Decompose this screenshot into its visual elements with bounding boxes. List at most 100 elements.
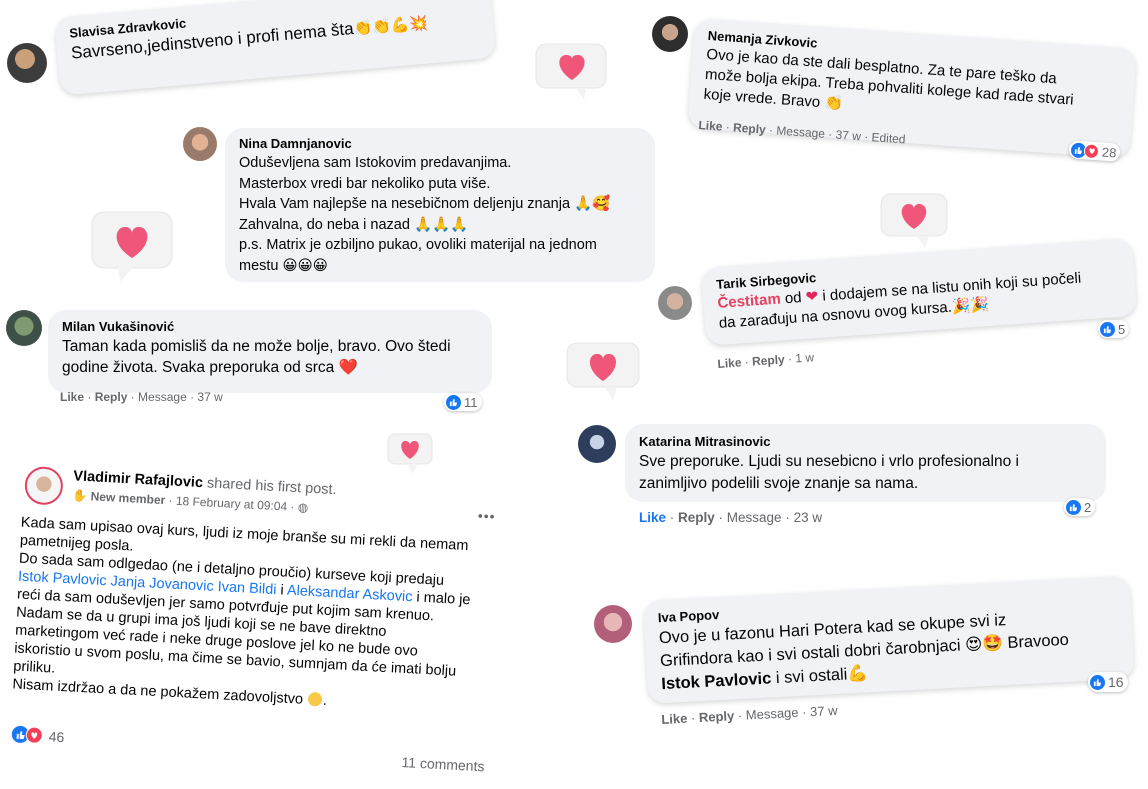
more-options-button[interactable]: ••• <box>477 508 496 525</box>
mention-link[interactable]: Istok Pavlovic <box>661 669 772 693</box>
comment-bubble: Iva Popov Ovo je u fazonu Hari Potera ka… <box>643 575 1135 704</box>
comment-bubble: Milan Vukašinović Taman kada pomisliš da… <box>48 310 492 393</box>
reply-link[interactable]: Reply <box>699 708 735 725</box>
comment-line: mestu <box>239 257 279 274</box>
comment-emoji: 🙏🙏🙏 <box>413 216 469 233</box>
post-author[interactable]: Vladimir Rafajlovic <box>73 468 203 491</box>
reply-link[interactable]: Reply <box>752 352 786 368</box>
globe-icon: ◍ <box>297 500 309 515</box>
reaction-count[interactable]: 11 <box>444 393 482 411</box>
love-icon <box>1083 142 1100 159</box>
comment-emoji: 🎉🎉 <box>951 296 990 316</box>
highlight-text: Čestitam <box>716 290 782 312</box>
group-post: Vladimir Rafajlovic shared his first pos… <box>0 463 509 789</box>
avatar[interactable] <box>658 286 692 320</box>
post-text: i malo je <box>412 589 471 609</box>
new-member-icon: ✋ <box>72 488 88 504</box>
comment-bubble: Nina Damnjanovic Oduševljena sam Istokov… <box>225 128 655 282</box>
heart-emoji-icon: ❤ <box>805 287 819 306</box>
like-icon <box>446 394 461 410</box>
reaction-number: 5 <box>1118 321 1126 337</box>
comment-line: Taman kada pomisliš da ne može bolje, br… <box>62 338 451 355</box>
heart-reaction-icon <box>566 342 640 401</box>
heart-emoji-icon: ❤️ <box>338 359 358 376</box>
message-link[interactable]: Message <box>727 510 782 525</box>
comment-time: 23 w <box>793 510 823 525</box>
edited-label: Edited <box>871 130 906 147</box>
comment-line: Hvala Vam najlepše na nesebičnom deljenj… <box>239 196 571 212</box>
reply-link[interactable]: Reply <box>678 510 715 525</box>
avatar[interactable] <box>578 425 616 463</box>
comment-line: Oduševljena sam Istokovim predavanjima. <box>239 155 512 171</box>
like-link[interactable]: Like <box>60 390 84 404</box>
comment-author[interactable]: Nina Damnjanovic <box>239 136 641 151</box>
like-link[interactable]: Like <box>639 510 666 525</box>
reply-link[interactable]: Reply <box>95 390 128 404</box>
reaction-number: 28 <box>1101 144 1117 160</box>
reaction-number: 16 <box>1108 674 1124 690</box>
avatar[interactable] <box>652 16 688 52</box>
comment-line: zanimljivo podelili svoje znanje sa nama… <box>639 475 919 492</box>
comment-actions: Like · Reply · Message · 37 w <box>60 390 223 404</box>
reaction-number: 46 <box>48 727 65 745</box>
comment-line: godine života. Svaka preporuka od srca <box>62 359 335 376</box>
reaction-count[interactable]: 16 <box>1088 672 1128 692</box>
avatar[interactable] <box>7 43 47 83</box>
comment-bubble: Nemanja Zivkovic Ovo je kao da ste dali … <box>687 18 1137 159</box>
reaction-number: 11 <box>464 394 478 410</box>
comment-emoji: 😍🤩 <box>964 634 1004 655</box>
message-link[interactable]: Message <box>745 705 798 723</box>
post-reactions[interactable]: 46 <box>11 725 65 745</box>
like-link[interactable]: Like <box>661 711 688 727</box>
comment-actions: Like · Reply · 1 w <box>717 350 815 371</box>
like-icon <box>1100 321 1115 337</box>
reaction-number: 2 <box>1084 499 1092 515</box>
comment-line: Masterbox vredi bar nekoliko puta više. <box>239 175 491 192</box>
heart-reaction-icon <box>91 211 173 282</box>
post-date[interactable]: · 18 February at 09:04 · <box>165 493 298 514</box>
comment-actions: Like · Reply · Message · 23 w <box>639 510 823 525</box>
heart-reaction-icon <box>387 433 433 474</box>
comment-emoji: 💪 <box>846 664 869 684</box>
comment-time: 1 w <box>794 350 815 366</box>
comment-emoji: 👏👏💪💥 <box>352 14 429 38</box>
like-icon <box>1090 674 1105 690</box>
comment-emoji: 😀😀😀 <box>282 257 328 274</box>
avatar[interactable] <box>6 310 42 346</box>
avatar[interactable] <box>23 465 64 506</box>
avatar[interactable] <box>594 605 632 643</box>
heart-reaction-icon <box>535 43 607 100</box>
comment-time: 37 w <box>197 390 223 404</box>
comment-author[interactable]: Katarina Mitrasinovic <box>639 434 1092 449</box>
comment-line: Zahvalna, do neba i nazad <box>239 216 410 233</box>
like-icon <box>1066 499 1081 515</box>
comment-bubble: Katarina Mitrasinovic Sve preporuke. Lju… <box>625 424 1106 502</box>
heart-reaction-icon <box>880 193 948 248</box>
comment-line: Sve preporuke. Ljudi su nesebicno i vrlo… <box>639 453 1019 470</box>
like-link[interactable]: Like <box>717 355 742 371</box>
message-link[interactable]: Message <box>138 390 187 404</box>
avatar[interactable] <box>183 127 217 161</box>
smile-emoji-icon <box>307 691 323 707</box>
new-member-badge: New member <box>90 489 166 508</box>
comment-bubble: Slavisa Zdravkovic Savrseno,jedinstveno … <box>54 0 497 96</box>
reaction-count[interactable]: 28 <box>1068 140 1122 162</box>
comment-line: p.s. Matrix je ozbiljno pukao, ovoliki m… <box>239 237 597 253</box>
like-link[interactable]: Like <box>698 118 723 134</box>
comment-text: od <box>780 288 807 308</box>
comment-bubble: Tarik Sirbegovic Čestitam od ❤ i dodajem… <box>701 237 1138 346</box>
reaction-count[interactable]: 2 <box>1064 498 1096 516</box>
comment-author[interactable]: Milan Vukašinović <box>62 319 478 334</box>
post-action: shared his first post. <box>202 475 337 499</box>
comment-time: 37 w <box>809 702 838 720</box>
comment-line: i svi ostali <box>770 665 848 688</box>
comment-emoji: 🙏🥰 <box>574 196 611 212</box>
love-icon <box>25 726 44 745</box>
mention-link[interactable]: Ivan Bildi <box>217 579 277 598</box>
message-link[interactable]: Message <box>776 123 826 140</box>
comment-actions: Like · Reply · Message · 37 w <box>661 702 838 727</box>
comment-time: 37 w <box>835 127 862 144</box>
comment-line: Bravooo <box>1002 630 1070 653</box>
reaction-count[interactable]: 5 <box>1098 320 1130 338</box>
reply-link[interactable]: Reply <box>733 120 767 136</box>
